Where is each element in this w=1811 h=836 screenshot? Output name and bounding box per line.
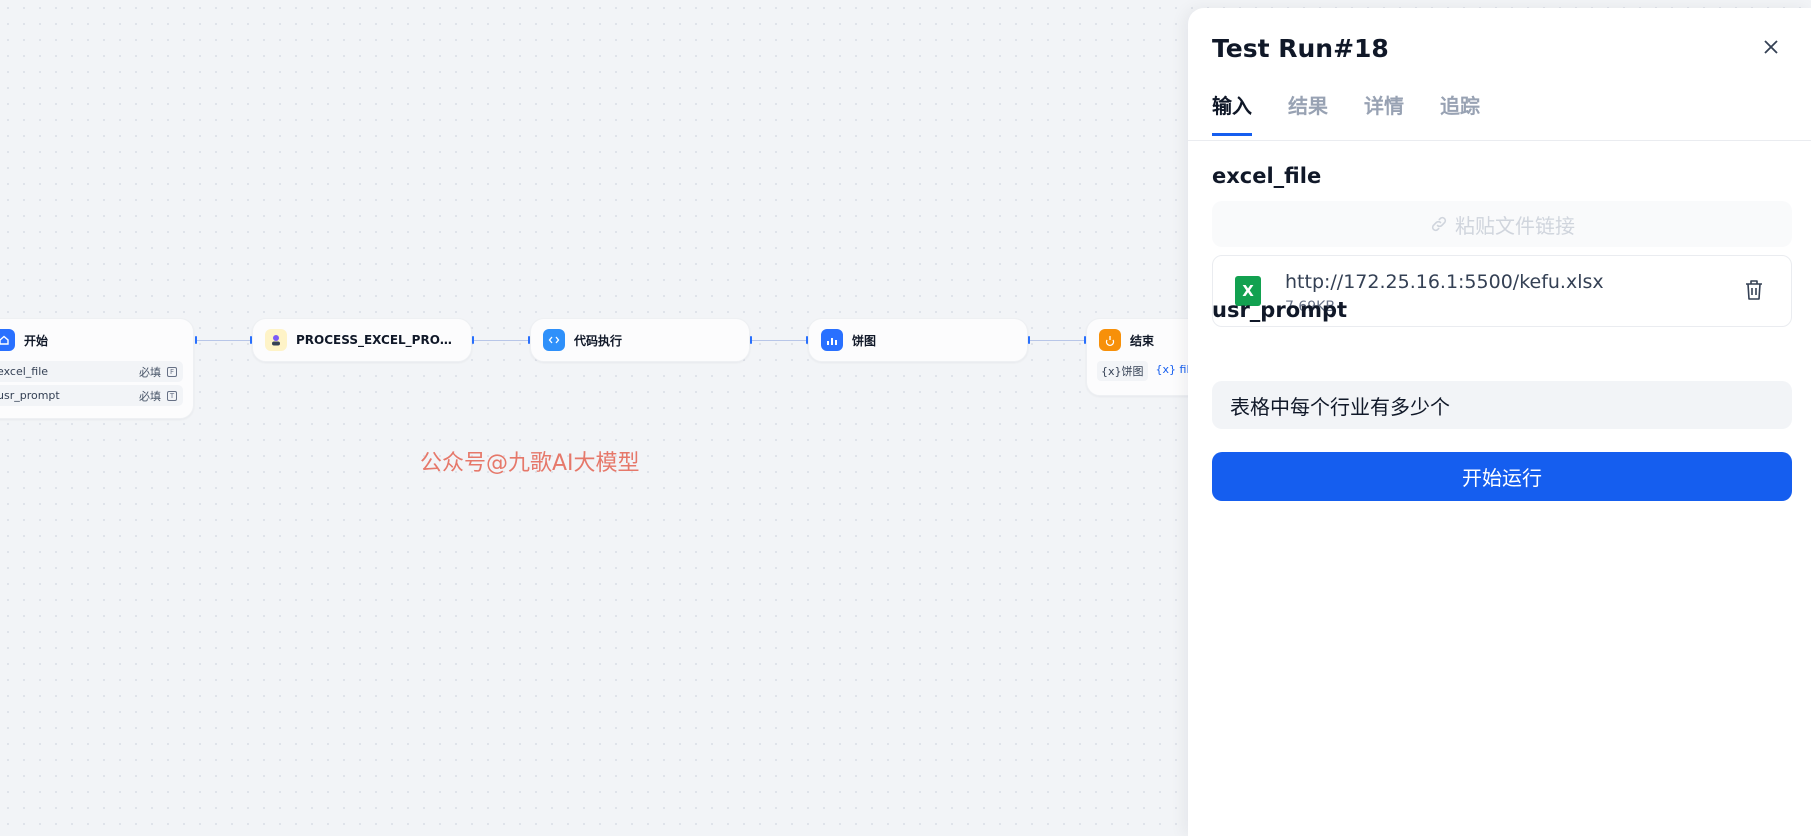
node-code[interactable]: 代码执行 (530, 318, 750, 362)
tab-detail[interactable]: 详情 (1364, 90, 1404, 136)
node-start[interactable]: 开始 excel_file 必填 F usr_prompt 必填 T (0, 318, 194, 419)
tabs-divider (1188, 140, 1811, 141)
home-icon (0, 329, 15, 351)
edge-start-process (195, 340, 252, 341)
usr-prompt-label: usr_prompt (1212, 298, 1348, 322)
output-port[interactable] (1028, 336, 1030, 344)
node-title: PROCESS_EXCEL_PROCESS_EXCEL (296, 333, 459, 347)
delete-file-icon[interactable] (1743, 278, 1765, 302)
node-end[interactable]: 结束 {x}饼图 {x} files (1086, 318, 1190, 396)
end-icon (1099, 329, 1121, 351)
watermark: 公众号@九歌AI大模型 (420, 451, 640, 476)
output-tag-label: 饼图 (1121, 365, 1144, 378)
tab-result[interactable]: 结果 (1288, 90, 1328, 136)
output-tag: {x} files (1154, 361, 1190, 381)
variable-name: excel_file (0, 365, 49, 378)
node-pie-chart[interactable]: 饼图 (808, 318, 1028, 362)
link-icon (1431, 216, 1447, 232)
variable-prefix: {x} (1155, 363, 1177, 376)
node-title: 饼图 (852, 333, 877, 348)
workflow-canvas[interactable]: 开始 excel_file 必填 F usr_prompt 必填 T PROCE… (0, 0, 1190, 836)
tab-trace[interactable]: 追踪 (1440, 90, 1480, 136)
agent-avatar-icon (265, 329, 287, 351)
type-icon: T (167, 390, 177, 401)
output-port[interactable] (750, 336, 752, 344)
output-tag: {x}饼图 (1097, 361, 1148, 381)
required-label: 必填 (139, 365, 161, 379)
paste-placeholder: 粘贴文件链接 (1455, 213, 1575, 238)
paste-file-link-button[interactable]: 粘贴文件链接 (1212, 201, 1792, 247)
node-title: 开始 (24, 333, 49, 348)
edge-code-chart (750, 340, 807, 341)
output-port[interactable] (195, 336, 197, 344)
close-icon[interactable] (1760, 38, 1782, 60)
variable-row: usr_prompt 必填 T (0, 385, 183, 406)
variable-name: usr_prompt (0, 389, 60, 402)
tab-input[interactable]: 输入 (1212, 90, 1252, 136)
usr-prompt-input[interactable]: 表格中每个行业有多少个 (1212, 381, 1792, 429)
node-process-excel[interactable]: PROCESS_EXCEL_PROCESS_EXCEL (252, 318, 472, 362)
edge-chart-end (1028, 340, 1085, 341)
panel-title: Test Run#18 (1212, 34, 1389, 63)
required-label: 必填 (139, 389, 161, 403)
variable-row: excel_file 必填 F (0, 361, 183, 382)
variable-prefix: {x} (1101, 365, 1122, 378)
node-title: 代码执行 (574, 333, 623, 348)
excel-file-label: excel_file (1212, 164, 1322, 188)
output-port[interactable] (472, 336, 474, 344)
output-variables: {x}饼图 {x} files (1097, 361, 1190, 381)
code-icon (543, 329, 565, 351)
edge-process-code (472, 340, 529, 341)
node-title: 结束 (1130, 333, 1155, 348)
file-url: http://172.25.16.1:5500/kefu.xlsx (1285, 271, 1604, 293)
type-icon: F (167, 366, 177, 377)
chart-icon (821, 329, 843, 351)
test-run-panel: Test Run#18 输入 结果 详情 追踪 excel_file 粘贴文件链… (1188, 8, 1811, 836)
start-run-button[interactable]: 开始运行 (1212, 452, 1792, 501)
panel-tabs: 输入 结果 详情 追踪 (1212, 90, 1480, 136)
